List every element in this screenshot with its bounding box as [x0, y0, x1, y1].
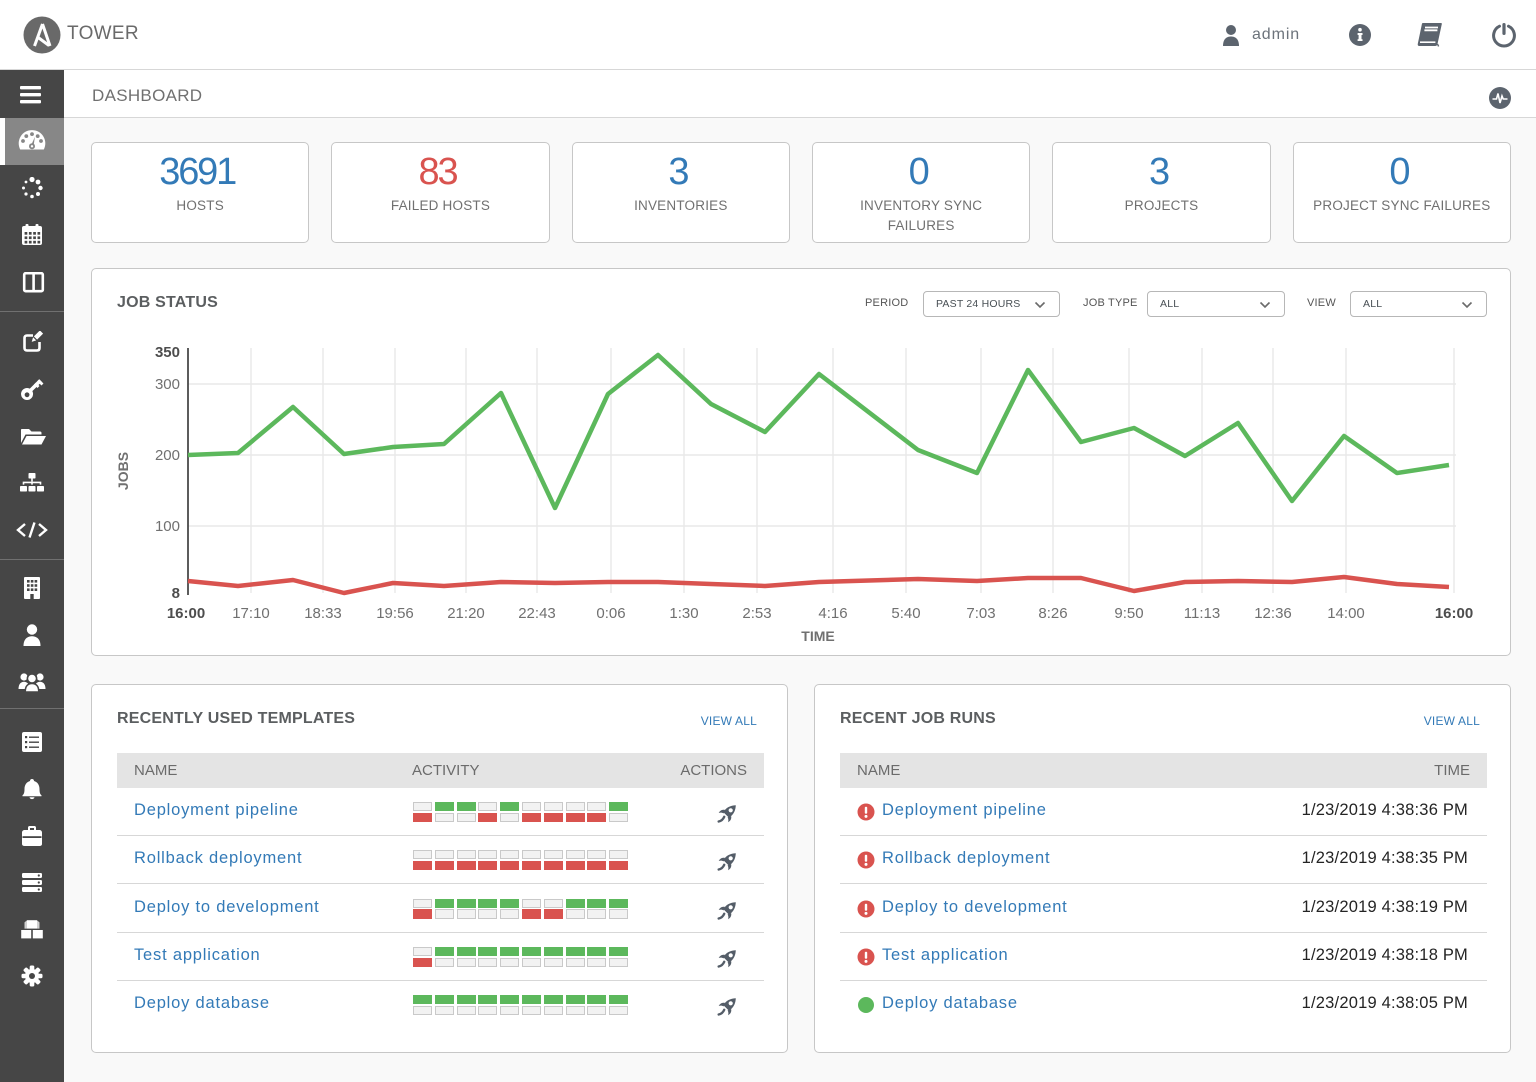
svg-text:5:40: 5:40 [891, 605, 920, 622]
svg-text:300: 300 [155, 376, 180, 393]
svg-text:100: 100 [155, 518, 180, 535]
svg-text:JOBS: JOBS [115, 452, 131, 490]
svg-text:21:20: 21:20 [447, 605, 485, 622]
svg-text:9:50: 9:50 [1114, 605, 1143, 622]
svg-text:8:26: 8:26 [1038, 605, 1067, 622]
svg-text:0:06: 0:06 [596, 605, 625, 622]
svg-text:22:43: 22:43 [518, 605, 556, 622]
svg-text:4:16: 4:16 [818, 605, 847, 622]
svg-text:12:36: 12:36 [1254, 605, 1292, 622]
svg-text:11:13: 11:13 [1184, 605, 1220, 622]
svg-text:18:33: 18:33 [304, 605, 342, 622]
svg-text:17:10: 17:10 [232, 605, 270, 622]
svg-text:16:00: 16:00 [1435, 605, 1473, 622]
svg-text:350: 350 [155, 344, 180, 361]
svg-text:2:53: 2:53 [742, 605, 771, 622]
svg-text:16:00: 16:00 [167, 605, 205, 622]
svg-text:TIME: TIME [801, 628, 834, 644]
svg-text:200: 200 [155, 447, 180, 464]
svg-text:1:30: 1:30 [669, 605, 698, 622]
svg-text:19:56: 19:56 [376, 605, 414, 622]
svg-text:7:03: 7:03 [966, 605, 995, 622]
svg-text:14:00: 14:00 [1327, 605, 1365, 622]
svg-text:8: 8 [172, 585, 180, 602]
